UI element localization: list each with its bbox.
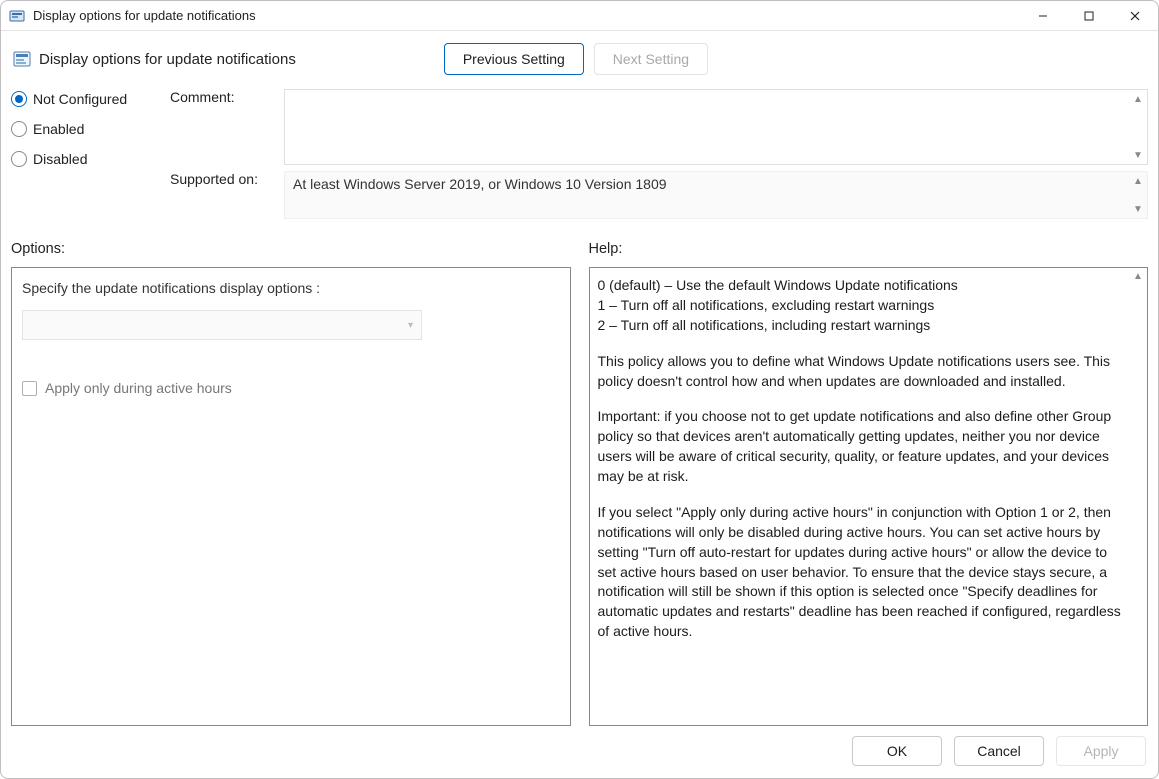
- help-text-line: 0 (default) – Use the default Windows Up…: [598, 276, 1130, 296]
- dialog-footer: OK Cancel Apply: [1, 726, 1158, 778]
- scroll-down-icon[interactable]: ▼: [1131, 148, 1145, 162]
- radio-icon: [11, 151, 27, 167]
- window-controls: [1020, 1, 1158, 30]
- close-button[interactable]: [1112, 1, 1158, 30]
- radio-disabled[interactable]: Disabled: [11, 151, 166, 167]
- section-labels: Options: Help:: [1, 219, 1158, 267]
- options-dropdown: ▾: [22, 310, 422, 340]
- radio-label: Enabled: [33, 121, 84, 137]
- titlebar: Display options for update notifications: [1, 1, 1158, 31]
- options-panel: Specify the update notifications display…: [11, 267, 571, 726]
- previous-setting-button[interactable]: Previous Setting: [444, 43, 584, 75]
- scroll-up-icon[interactable]: ▲: [1131, 270, 1145, 284]
- maximize-button[interactable]: [1066, 1, 1112, 30]
- config-area: Not Configured Enabled Disabled Comment:…: [1, 89, 1158, 219]
- radio-icon: [11, 91, 27, 107]
- supported-on-label: Supported on:: [170, 171, 280, 219]
- state-radio-group: Not Configured Enabled Disabled: [11, 89, 166, 219]
- options-dropdown-label: Specify the update notifications display…: [22, 280, 560, 296]
- app-icon: [9, 8, 25, 24]
- active-hours-label: Apply only during active hours: [45, 380, 232, 396]
- dialog-header: Display options for update notifications…: [1, 31, 1158, 89]
- scroll-up-icon: ▲: [1131, 174, 1145, 188]
- radio-label: Not Configured: [33, 91, 127, 107]
- supported-on-text: At least Windows Server 2019, or Windows…: [293, 176, 667, 192]
- apply-button: Apply: [1056, 736, 1146, 766]
- scroll-up-icon[interactable]: ▲: [1131, 92, 1145, 106]
- ok-button[interactable]: OK: [852, 736, 942, 766]
- comment-textarea[interactable]: ▲ ▼: [284, 89, 1148, 165]
- help-panel: ▲ 0 (default) – Use the default Windows …: [589, 267, 1149, 726]
- help-text-paragraph: Important: if you choose not to get upda…: [598, 407, 1130, 487]
- help-text-line: 1 – Turn off all notifications, excludin…: [598, 296, 1130, 316]
- window-title: Display options for update notifications: [33, 8, 1020, 23]
- nav-buttons: Previous Setting Next Setting: [444, 43, 708, 75]
- supported-on-value: At least Windows Server 2019, or Windows…: [284, 171, 1148, 219]
- help-section-label: Help:: [589, 241, 1149, 257]
- next-setting-button: Next Setting: [594, 43, 708, 75]
- help-text-paragraph: If you select "Apply only during active …: [598, 503, 1130, 642]
- cancel-button[interactable]: Cancel: [954, 736, 1044, 766]
- active-hours-checkbox-row: Apply only during active hours: [22, 380, 560, 396]
- minimize-button[interactable]: [1020, 1, 1066, 30]
- help-text-paragraph: This policy allows you to define what Wi…: [598, 352, 1130, 392]
- chevron-down-icon: ▾: [408, 320, 413, 331]
- help-text-line: 2 – Turn off all notifications, includin…: [598, 316, 1130, 336]
- active-hours-checkbox: [22, 381, 37, 396]
- policy-icon: [13, 50, 31, 68]
- policy-title: Display options for update notifications: [39, 51, 296, 68]
- radio-icon: [11, 121, 27, 137]
- comment-label: Comment:: [170, 89, 280, 165]
- radio-enabled[interactable]: Enabled: [11, 121, 166, 137]
- panels: Specify the update notifications display…: [1, 267, 1158, 726]
- scroll-down-icon: ▼: [1131, 202, 1145, 216]
- options-section-label: Options:: [11, 241, 571, 257]
- policy-dialog: Display options for update notifications…: [0, 0, 1159, 779]
- radio-not-configured[interactable]: Not Configured: [11, 91, 166, 107]
- radio-label: Disabled: [33, 151, 87, 167]
